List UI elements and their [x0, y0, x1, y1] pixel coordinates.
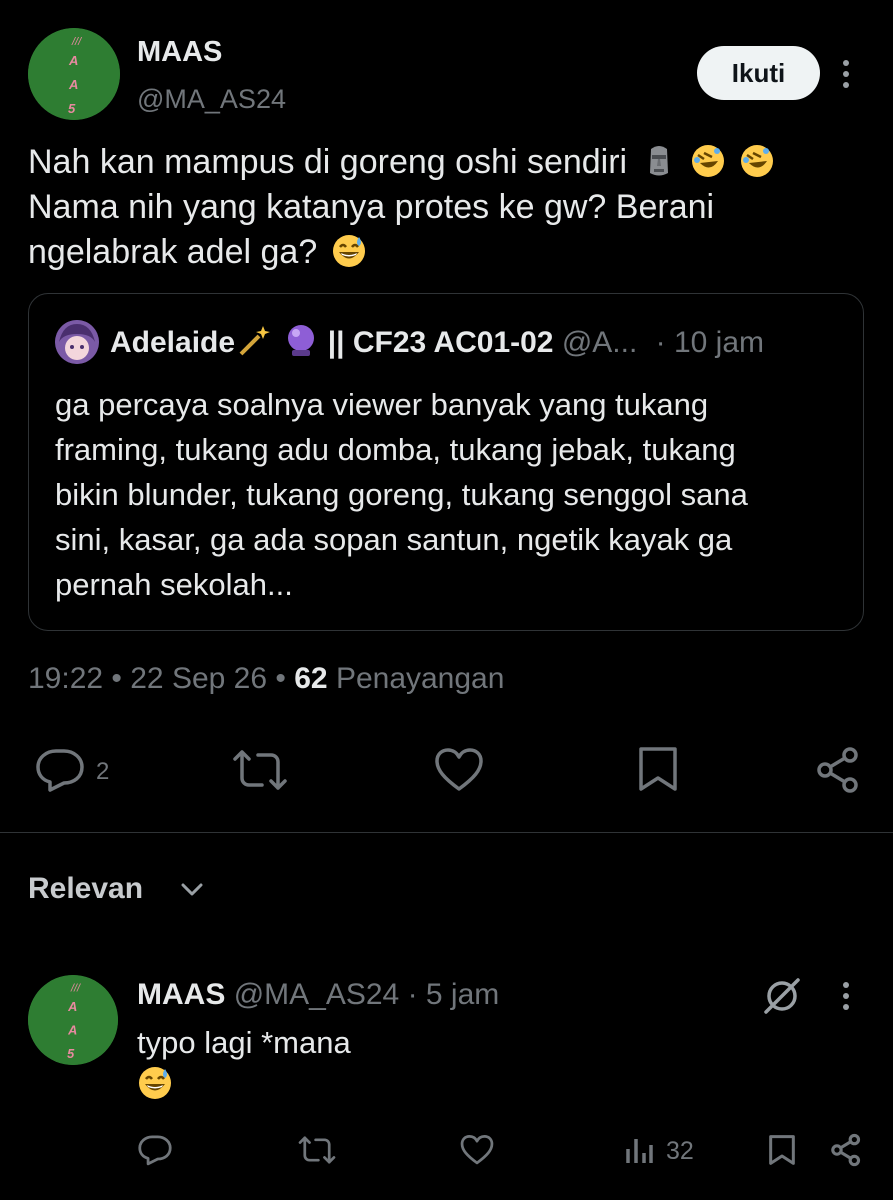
author-avatar[interactable]: /// A A 5 [28, 28, 120, 120]
quote-author-handle[interactable]: @A... [562, 326, 637, 359]
chevron-down-icon[interactable] [180, 882, 204, 903]
magic-wand-emoji [239, 326, 271, 356]
reply-author-avatar[interactable]: /// A A 5 [28, 975, 118, 1065]
share-icon [831, 1133, 861, 1167]
views-count: 62 [294, 662, 328, 695]
reply-bookmark-button[interactable] [768, 1133, 796, 1167]
bookmark-icon [769, 1135, 795, 1165]
quote-text-line: sini, kasar, ga ada sopan santun, ngetik… [55, 522, 733, 557]
reply-header: MAAS @MA_AS24 · 5 jam [137, 978, 499, 1012]
tweet-timestamp[interactable]: 19:22 • 22 Sep 26 • [28, 662, 286, 695]
author-handle[interactable]: @MA_AS24 [137, 84, 286, 115]
svg-text:A: A [68, 53, 78, 68]
tweet-text: Nah kan mampus di goreng oshi sendiri Na… [28, 140, 868, 275]
svg-text:5: 5 [67, 1046, 75, 1061]
reply-reply-button[interactable] [137, 1133, 173, 1167]
svg-text:A: A [67, 999, 77, 1014]
reply-like-button[interactable] [460, 1134, 494, 1166]
reply-count: 2 [96, 758, 110, 785]
svg-text:///: /// [70, 983, 81, 995]
follow-button[interactable]: Ikuti [697, 46, 820, 100]
tweet-text-line: Nama nih yang katanya protes ke gw? Bera… [28, 188, 715, 226]
anime-avatar-image [55, 320, 99, 364]
reply-views-count: 32 [666, 1137, 694, 1165]
reply-text-line: typo lagi *mana [137, 1025, 351, 1060]
reply-text: typo lagi *mana [137, 1022, 351, 1106]
retweet-icon [298, 1136, 336, 1164]
reply-retweet-button[interactable] [298, 1134, 336, 1166]
reply-share-button[interactable] [830, 1133, 862, 1167]
quote-text-line: bikin blunder, tukang goreng, tukang sen… [55, 477, 748, 512]
quote-text-line: ga percaya soalnya viewer banyak yang tu… [55, 387, 709, 422]
crystal-ball-emoji [288, 325, 315, 356]
bookmark-button[interactable] [637, 745, 679, 793]
reply-author-handle[interactable]: @MA_AS24 [234, 978, 400, 1011]
svg-text:A: A [68, 77, 78, 92]
bookmark-icon [639, 747, 677, 791]
reply-icon [138, 1135, 172, 1166]
svg-text:///: /// [71, 36, 82, 48]
quote-text-line: framing, tukang adu domba, tukang jebak,… [55, 432, 736, 467]
retweet-icon [233, 750, 287, 790]
reply-author-name[interactable]: MAAS [137, 978, 225, 1011]
svg-text:A: A [67, 1023, 77, 1038]
tweet-text-line: Nah kan mampus di goreng oshi sendiri [28, 143, 628, 181]
reply-icon [36, 749, 84, 792]
views-label: Penayangan [335, 662, 505, 695]
grin-sweat-emoji [332, 235, 365, 267]
reply-views-button[interactable] [625, 1135, 653, 1165]
heart-icon [460, 1135, 494, 1165]
quote-author-name[interactable]: Adelaide [110, 326, 235, 359]
quote-author-suffix: || CF23 AC01-02 [327, 326, 554, 359]
grok-icon[interactable] [762, 976, 802, 1021]
quote-text: ga percaya soalnya viewer banyak yang tu… [55, 382, 845, 607]
sort-dropdown[interactable]: Relevan [28, 872, 143, 906]
tweet-text-line: ngelabrak adel ga? [28, 233, 318, 271]
svg-text:5: 5 [68, 101, 76, 116]
rofl-emoji [692, 145, 725, 177]
avatar-logo: /// A A 5 [28, 975, 118, 1065]
like-button[interactable] [434, 747, 484, 793]
views-chart-icon [626, 1139, 653, 1163]
sort-label: Relevan [28, 872, 144, 905]
avatar-logo: /// A A 5 [28, 28, 120, 120]
reply-time: · 5 jam [407, 978, 500, 1011]
quote-time: · 10 jam [655, 326, 765, 359]
author-name[interactable]: MAAS [137, 36, 222, 69]
share-button[interactable] [815, 746, 861, 794]
share-icon [817, 747, 858, 793]
quote-header: Adelaide || CF23 AC01-02 @A... · 10 jam [110, 322, 764, 363]
rofl-emoji [741, 145, 774, 177]
moai-emoji [649, 146, 668, 176]
heart-icon [435, 748, 483, 791]
retweet-button[interactable] [232, 748, 288, 792]
grin-sweat-emoji [139, 1067, 171, 1099]
quote-author-avatar[interactable] [55, 320, 99, 364]
reply-button[interactable] [34, 747, 86, 793]
reply-more-options-icon[interactable] [843, 982, 849, 1010]
divider [0, 832, 893, 833]
quote-text-line: pernah sekolah... [55, 567, 293, 602]
more-options-icon[interactable] [843, 60, 849, 88]
tweet-meta: 19:22 • 22 Sep 26 • 62 Penayangan [28, 662, 504, 696]
